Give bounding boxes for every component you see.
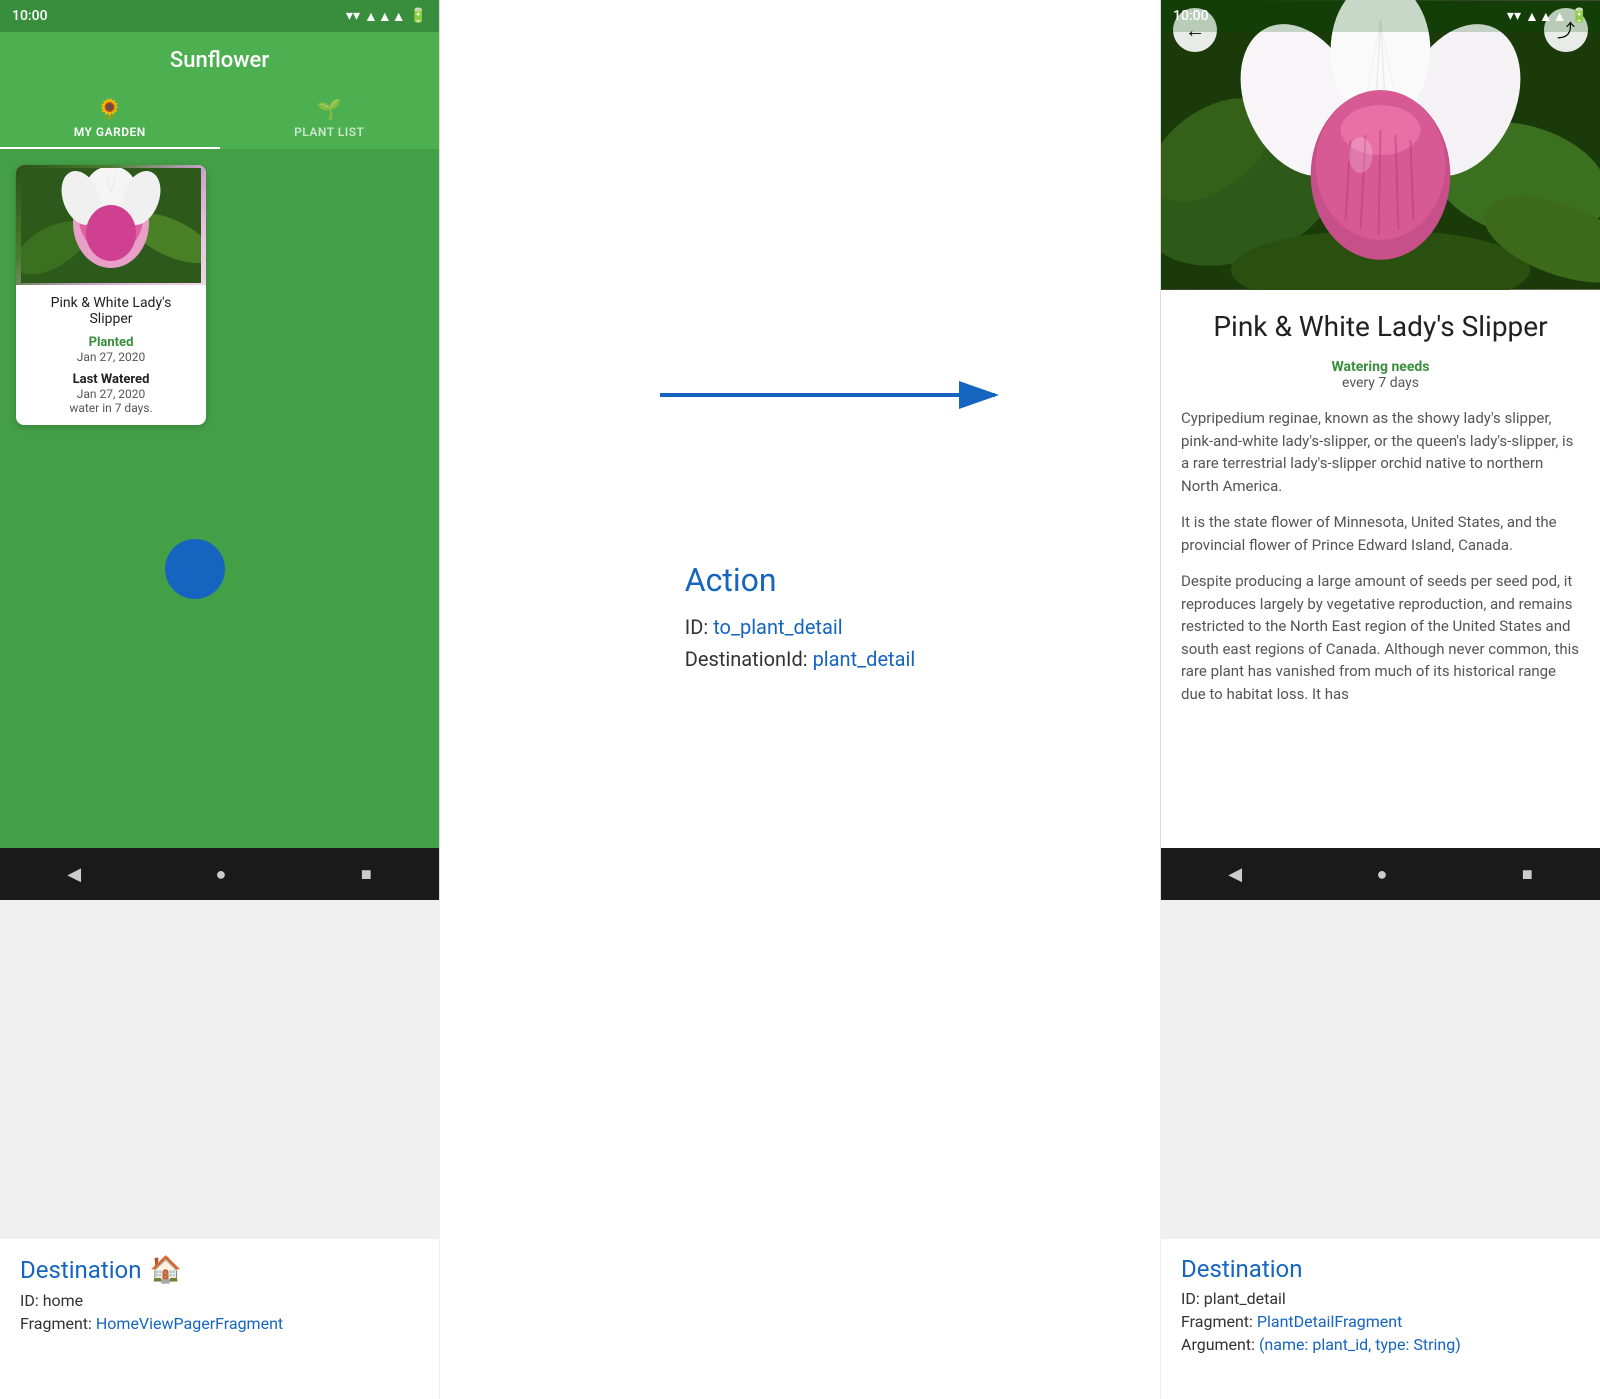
app-title-text: Sunflower (170, 48, 269, 73)
wifi-icon: ▾▾ (346, 8, 360, 24)
description-para-1: Cypripedium reginae, known as the showy … (1181, 407, 1580, 497)
left-dest-title: Destination 🏠 (20, 1255, 419, 1285)
left-dest-id-line: ID: home (20, 1291, 419, 1310)
signal-icon: ▲▲▲ (364, 8, 406, 25)
right-phone: 10:00 ▾▾ ▲▲▲ 🔋 ← ⤴ (1160, 0, 1600, 900)
plant-list-icon: 🌱 (317, 97, 342, 121)
tab-bar: 🌻 MY GARDEN 🌱 PLANT LIST (0, 89, 439, 149)
plant-card-image (16, 165, 206, 285)
planted-date: Jan 27, 2020 (28, 350, 194, 364)
home-icon: 🏠 (150, 1255, 182, 1285)
planted-label: Planted (28, 335, 194, 350)
action-panel: Action ID: to_plant_detail DestinationId… (440, 0, 1160, 1239)
home-button-right[interactable]: ● (1377, 864, 1388, 885)
left-status-icons: ▾▾ ▲▲▲ 🔋 (346, 8, 427, 25)
tab-plant-list-label: PLANT LIST (294, 125, 364, 139)
recents-button-left[interactable]: ■ (361, 864, 372, 885)
tab-my-garden-label: MY GARDEN (74, 125, 146, 139)
left-dest-fragment-line: Fragment: HomeViewPagerFragment (20, 1314, 419, 1333)
garden-content: Pink & White Lady's Slipper Planted Jan … (0, 149, 439, 848)
right-dest-title-text: Destination (1181, 1255, 1303, 1283)
right-signal-icon: ▲▲▲ (1525, 8, 1567, 25)
plant-detail-header: 10:00 ▾▾ ▲▲▲ 🔋 ← ⤴ (1161, 0, 1600, 290)
left-dest-id-value: home (43, 1291, 83, 1310)
tab-plant-list[interactable]: 🌱 PLANT LIST (220, 89, 440, 147)
last-watered-label: Last Watered (28, 372, 194, 387)
description-para-3: Despite producing a large amount of seed… (1181, 570, 1580, 705)
plant-card-body: Pink & White Lady's Slipper Planted Jan … (16, 285, 206, 425)
recents-button-right[interactable]: ■ (1522, 864, 1533, 885)
right-dest-argument-label: Argument: (1181, 1335, 1255, 1354)
left-dest-title-text: Destination (20, 1256, 142, 1284)
action-title: Action (685, 561, 915, 599)
right-dest-argument-line: Argument: (name: plant_id, type: String) (1181, 1335, 1580, 1354)
right-dest-id-value: plant_detail (1204, 1289, 1286, 1308)
right-dest-title: Destination (1181, 1255, 1580, 1283)
left-dest-fragment-value: HomeViewPagerFragment (96, 1314, 283, 1333)
home-button-left[interactable]: ● (216, 864, 227, 885)
watering-needs-value: every 7 days (1181, 375, 1580, 391)
left-nav-bar: ◀ ● ■ (0, 848, 439, 900)
right-time: 10:00 (1173, 8, 1209, 24)
app-bar-title: Sunflower (0, 32, 439, 89)
action-box: Action ID: to_plant_detail DestinationId… (685, 561, 915, 679)
plant-detail-content: Pink & White Lady's Slipper Watering nee… (1161, 290, 1600, 848)
right-status-bar: 10:00 ▾▾ ▲▲▲ 🔋 (1161, 0, 1600, 32)
blue-dot-indicator (165, 539, 225, 599)
bottom-middle-space (440, 1239, 1160, 1399)
right-dest-id-line: ID: plant_detail (1181, 1289, 1580, 1308)
watering-needs-label: Watering needs (1181, 359, 1580, 375)
back-button-right[interactable]: ◀ (1228, 864, 1242, 885)
left-dest-id-label: ID: (20, 1291, 39, 1310)
tab-my-garden[interactable]: 🌻 MY GARDEN (0, 89, 220, 147)
plant-card[interactable]: Pink & White Lady's Slipper Planted Jan … (16, 165, 206, 425)
plant-description: Cypripedium reginae, known as the showy … (1181, 407, 1580, 705)
my-garden-icon: 🌻 (97, 97, 122, 121)
right-status-icons: ▾▾ ▲▲▲ 🔋 (1507, 8, 1588, 25)
right-dest-fragment-value: PlantDetailFragment (1257, 1312, 1402, 1331)
left-phone: 10:00 ▾▾ ▲▲▲ 🔋 Sunflower 🌻 MY GARDEN 🌱 P… (0, 0, 440, 900)
right-dest-id-label: ID: (1181, 1289, 1200, 1308)
right-nav-bar: ◀ ● ■ (1161, 848, 1600, 900)
bottom-right-destination: Destination ID: plant_detail Fragment: P… (1160, 1239, 1600, 1399)
navigation-arrow (640, 370, 1020, 420)
left-status-bar: 10:00 ▾▾ ▲▲▲ 🔋 (0, 0, 439, 32)
plant-card-name: Pink & White Lady's Slipper (28, 295, 194, 327)
action-dest-value: plant_detail (813, 647, 916, 671)
right-dest-argument-value: (name: plant_id, type: String) (1259, 1335, 1461, 1354)
left-time: 10:00 (12, 8, 48, 24)
left-dest-fragment-label: Fragment: (20, 1314, 92, 1333)
right-wifi-icon: ▾▾ (1507, 8, 1521, 25)
action-id-line: ID: to_plant_detail (685, 615, 915, 639)
plant-thumbnail (16, 165, 206, 285)
action-dest-label: DestinationId: (685, 647, 808, 671)
description-para-2: It is the state flower of Minnesota, Uni… (1181, 511, 1580, 556)
watered-next: water in 7 days. (28, 401, 194, 415)
battery-icon: 🔋 (410, 8, 427, 24)
action-id-label: ID: (685, 615, 708, 639)
right-battery-icon: 🔋 (1571, 8, 1588, 25)
action-dest-line: DestinationId: plant_detail (685, 647, 915, 671)
right-dest-fragment-line: Fragment: PlantDetailFragment (1181, 1312, 1580, 1331)
bottom-info-area: Destination 🏠 ID: home Fragment: HomeVie… (0, 1239, 1600, 1399)
detail-plant-name: Pink & White Lady's Slipper (1181, 310, 1580, 343)
back-button-left[interactable]: ◀ (67, 864, 81, 885)
bottom-left-destination: Destination 🏠 ID: home Fragment: HomeVie… (0, 1239, 440, 1399)
plant-detail-image (1161, 0, 1600, 290)
action-id-value: to_plant_detail (713, 615, 842, 639)
right-dest-fragment-label: Fragment: (1181, 1312, 1253, 1331)
watered-date: Jan 27, 2020 (28, 387, 194, 401)
